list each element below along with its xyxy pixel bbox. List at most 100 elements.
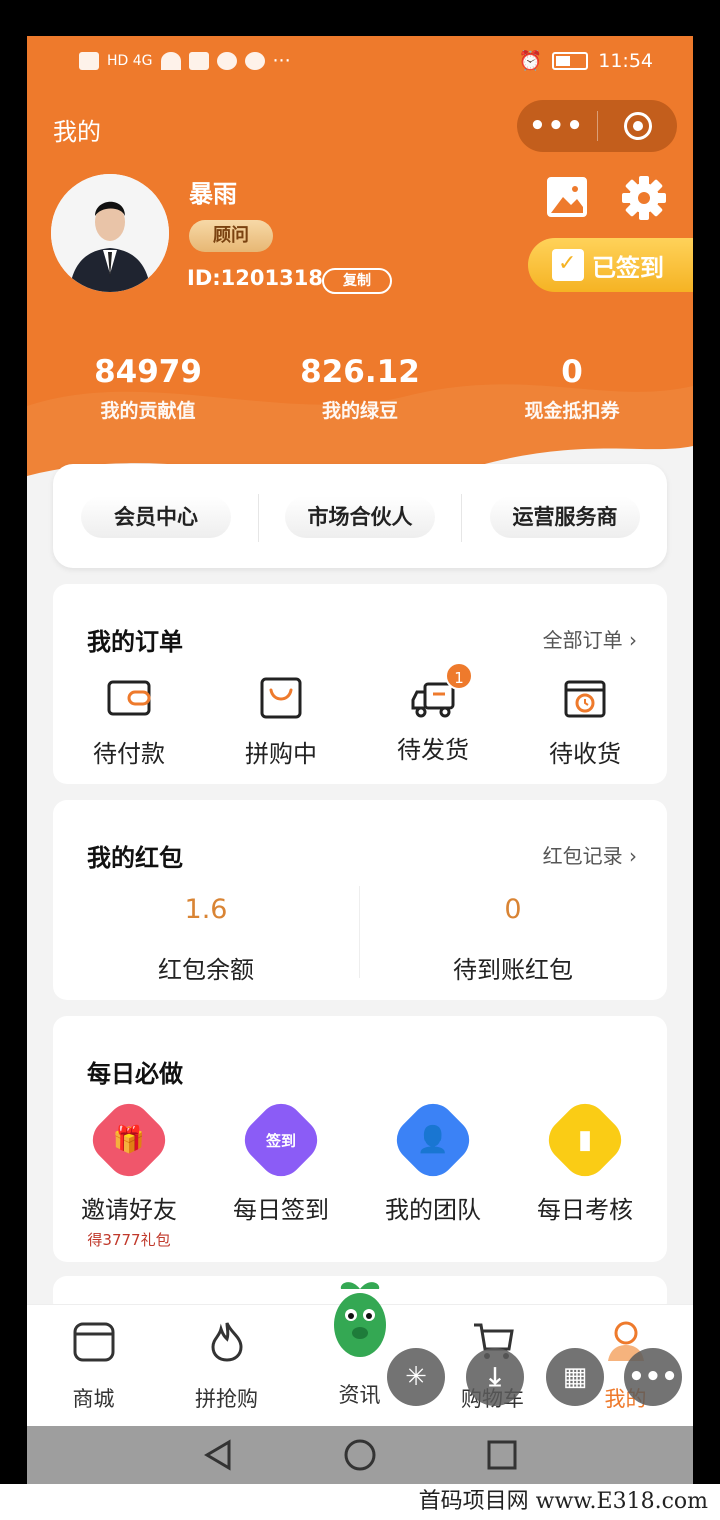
pending-red-packet-value[interactable]: 0 bbox=[360, 894, 666, 925]
mascot-icon bbox=[334, 1282, 386, 1357]
stat-cash-voucher[interactable]: 0 现金抵扣券 bbox=[472, 354, 672, 423]
shopping-bag-icon bbox=[260, 677, 302, 719]
order-label: 待收货 bbox=[549, 740, 621, 768]
signed-in-button[interactable]: 已签到 bbox=[528, 238, 693, 292]
bar-chart-icon: ▮ bbox=[539, 1094, 631, 1186]
daily-label: 我的团队 bbox=[385, 1196, 481, 1224]
order-label: 拼购中 bbox=[245, 740, 317, 768]
user-id: ID:1201318 bbox=[187, 266, 323, 290]
tab-label: 商城 bbox=[72, 1387, 115, 1411]
close-miniprogram-button[interactable] bbox=[598, 112, 677, 140]
order-to-ship[interactable]: 1 待发货 bbox=[357, 662, 509, 765]
all-orders-link[interactable]: 全部订单 › bbox=[543, 624, 637, 653]
floating-download-button[interactable]: ⤓ bbox=[466, 1348, 524, 1406]
stat-value: 826.12 bbox=[300, 354, 420, 390]
stat-label: 现金抵扣券 bbox=[524, 400, 620, 422]
daily-label: 邀请好友 bbox=[81, 1196, 177, 1224]
app-screen: HD 4G ··· ⏰ 11:54 我的 ••• 暴雨 顾问 ID:120131… bbox=[27, 36, 693, 1484]
flame-icon bbox=[210, 1322, 243, 1362]
stat-label: 我的绿豆 bbox=[321, 400, 398, 422]
status-bar: HD 4G ··· ⏰ 11:54 bbox=[27, 36, 693, 88]
order-count-badge: 1 bbox=[445, 662, 473, 690]
orders-card: 我的订单 全部订单 › 待付款 拼购中 1 待发货 待收货 bbox=[53, 584, 667, 784]
daily-tasks-title: 每日必做 bbox=[87, 1060, 183, 1088]
daily-assessment-item[interactable]: ▮ 每日考核 bbox=[509, 1094, 661, 1225]
team-icon: 👤 bbox=[387, 1094, 479, 1186]
order-pending-payment[interactable]: 待付款 bbox=[53, 676, 205, 769]
red-packet-card: 我的红包 红包记录 › 1.6 红包余额 0 待到账红包 bbox=[53, 800, 667, 1000]
more-notifications: ··· bbox=[272, 50, 291, 72]
signal-indicators: HD 4G bbox=[107, 53, 153, 69]
daily-label: 每日签到 bbox=[233, 1196, 329, 1224]
more-menu-button[interactable]: ••• bbox=[517, 111, 597, 141]
floating-grid-button[interactable]: ▦ bbox=[546, 1348, 604, 1406]
battery-icon bbox=[552, 51, 589, 70]
gift-icon: 🎁 bbox=[83, 1094, 175, 1186]
order-group-buying[interactable]: 拼购中 bbox=[205, 676, 357, 769]
operator-button[interactable]: 运营服务商 bbox=[490, 496, 640, 538]
market-partner-button[interactable]: 市场合伙人 bbox=[285, 496, 435, 538]
photo-icon[interactable] bbox=[547, 177, 587, 217]
stat-green-beans[interactable]: 826.12 我的绿豆 bbox=[260, 354, 460, 423]
red-packet-records-link[interactable]: 红包记录 › bbox=[543, 840, 637, 869]
qq-icon bbox=[244, 52, 265, 70]
tab-label: 拼抢购 bbox=[195, 1387, 258, 1411]
red-packet-records-label: 红包记录 bbox=[542, 844, 623, 868]
avatar-portrait bbox=[51, 174, 169, 292]
daily-checkin-item[interactable]: 签到 每日签到 bbox=[205, 1094, 357, 1225]
miniprogram-capsule: ••• bbox=[517, 100, 677, 152]
system-nav-bar bbox=[27, 1426, 693, 1484]
store-icon bbox=[73, 1322, 114, 1362]
chevron-right-icon: › bbox=[629, 844, 637, 868]
red-packet-title: 我的红包 bbox=[87, 844, 183, 872]
recents-square-icon[interactable] bbox=[485, 1438, 519, 1472]
orders-title: 我的订单 bbox=[87, 628, 183, 656]
username: 暴雨 bbox=[189, 180, 237, 208]
alarm-icon: ⏰ bbox=[518, 50, 543, 72]
stat-value: 84979 bbox=[94, 354, 202, 390]
red-packet-balance-value[interactable]: 1.6 bbox=[53, 894, 359, 925]
page-title: 我的 bbox=[53, 118, 101, 146]
avatar[interactable] bbox=[51, 174, 169, 292]
all-orders-label: 全部订单 bbox=[542, 628, 623, 652]
calendar-check-icon bbox=[552, 249, 584, 281]
clock-time: 11:54 bbox=[598, 49, 653, 72]
daily-tasks-card: 每日必做 🎁 邀请好友 得3777礼包 签到 每日签到 👤 我的团队 ▮ 每日考… bbox=[53, 1016, 667, 1262]
photo-glyph bbox=[551, 181, 583, 213]
home-circle-icon[interactable] bbox=[343, 1438, 377, 1472]
wallet-icon bbox=[107, 680, 151, 716]
stat-contribution[interactable]: 84979 我的贡献值 bbox=[48, 354, 248, 423]
tab-store[interactable]: 商城 bbox=[27, 1319, 160, 1413]
red-packet-balance-label: 红包余额 bbox=[158, 956, 254, 984]
chevron-right-icon: › bbox=[629, 628, 637, 652]
back-triangle-icon[interactable] bbox=[201, 1438, 235, 1472]
daily-label: 每日考核 bbox=[537, 1196, 633, 1224]
invite-friends-item[interactable]: 🎁 邀请好友 得3777礼包 bbox=[53, 1094, 205, 1250]
hd-icon bbox=[79, 52, 99, 70]
role-badge: 顾问 bbox=[189, 220, 273, 252]
signed-in-label: 已签到 bbox=[592, 253, 664, 282]
member-center-button[interactable]: 会员中心 bbox=[81, 496, 231, 538]
order-to-receive[interactable]: 待收货 bbox=[509, 676, 661, 769]
app-notification-icon bbox=[188, 52, 209, 70]
tab-flash-sale[interactable]: 拼抢购 bbox=[160, 1319, 293, 1413]
floating-sparkle-button[interactable]: ✳ bbox=[387, 1348, 445, 1406]
stat-value: 0 bbox=[561, 354, 583, 390]
watermark-text: 首码项目网 www.E318.com bbox=[0, 1484, 720, 1520]
pending-red-packet-label: 待到账红包 bbox=[453, 956, 573, 984]
membership-card: 会员中心 市场合伙人 运营服务商 bbox=[53, 464, 667, 568]
wifi-icon bbox=[160, 52, 181, 70]
order-label: 待付款 bbox=[93, 740, 165, 768]
target-icon bbox=[623, 112, 652, 140]
order-label: 待发货 bbox=[397, 736, 469, 764]
stat-label: 我的贡献值 bbox=[100, 400, 196, 422]
floating-more-button[interactable]: ••• bbox=[624, 1348, 682, 1406]
box-clock-icon bbox=[564, 680, 606, 718]
divider bbox=[258, 494, 259, 542]
calendar-checkin-icon: 签到 bbox=[235, 1094, 327, 1186]
copy-id-button[interactable]: 复制 bbox=[322, 268, 392, 294]
truck-icon-wrap: 1 bbox=[411, 662, 473, 720]
my-team-item[interactable]: 👤 我的团队 bbox=[357, 1094, 509, 1225]
gear-icon[interactable] bbox=[621, 175, 667, 221]
divider bbox=[461, 494, 462, 542]
